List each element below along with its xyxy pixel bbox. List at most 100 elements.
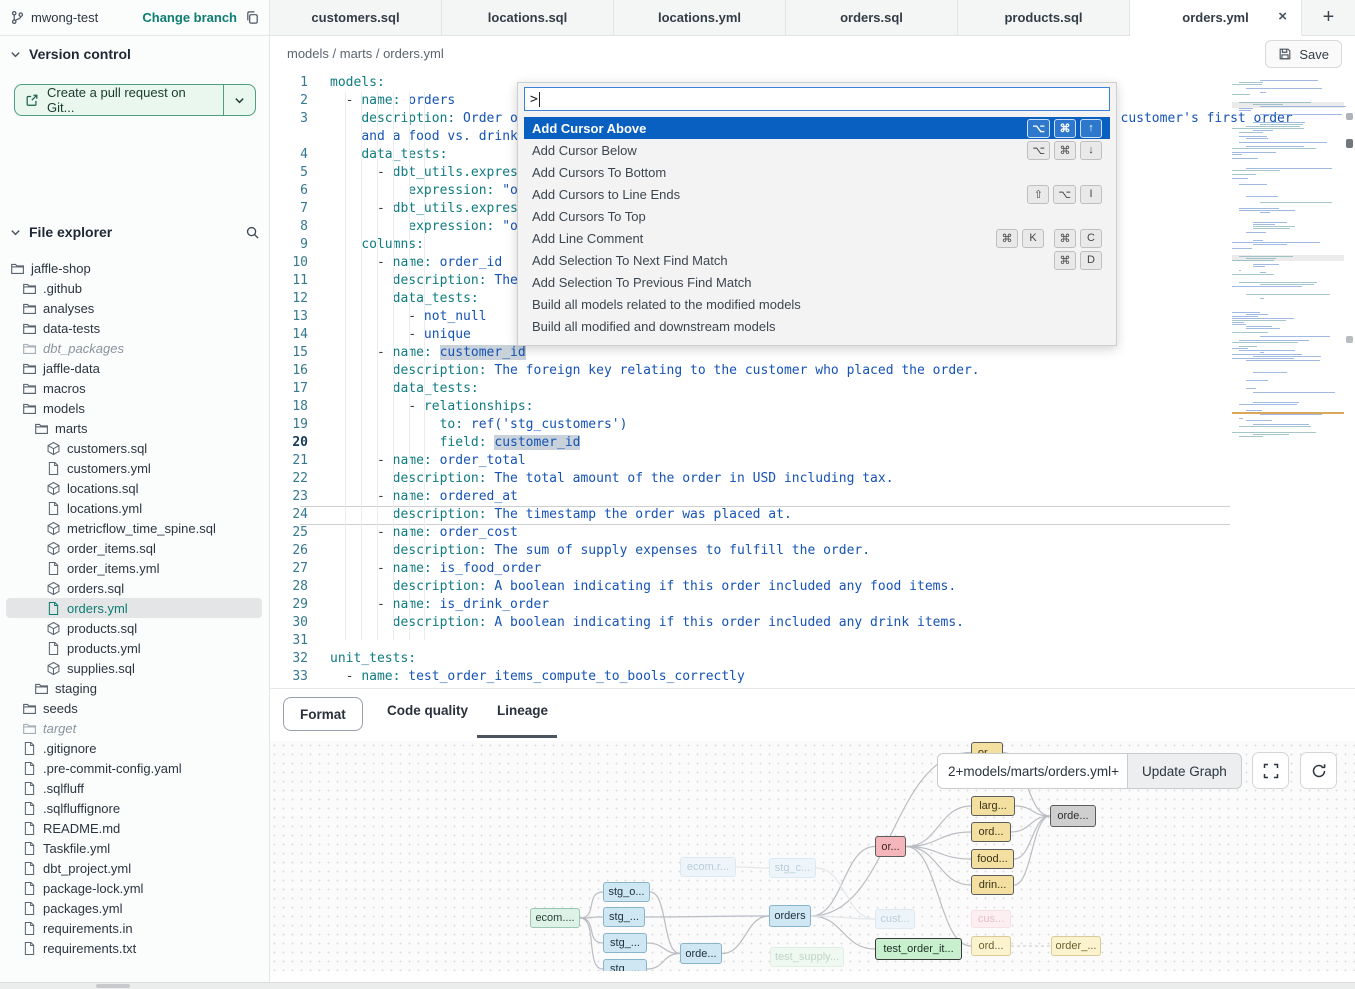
editor-tab-bar: customers.sqllocations.sqllocations.ymlo… [270, 0, 1355, 36]
editor-tab-locations-sql[interactable]: locations.sql [442, 0, 614, 36]
file-tree-item-taskfile-yml[interactable]: Taskfile.yml [6, 838, 262, 858]
lineage-node-larg[interactable]: larg... [971, 796, 1015, 816]
command-palette-input[interactable]: > [524, 87, 1110, 111]
file-tree-item--pre-commit-config-yaml[interactable]: .pre-commit-config.yaml [6, 758, 262, 778]
editor-tab-customers-sql[interactable]: customers.sql [270, 0, 442, 36]
command-item[interactable]: Build all modified and downstream models [524, 315, 1110, 337]
file-tree-item-locations-sql[interactable]: locations.sql [6, 478, 262, 498]
file-tree-item-analyses[interactable]: analyses [6, 298, 262, 318]
command-item[interactable]: Add Selection To Previous Find Match [524, 271, 1110, 293]
create-pull-request-button[interactable]: Create a pull request on Git... [14, 84, 256, 116]
cube-icon [46, 581, 61, 596]
file-tree-item-locations-yml[interactable]: locations.yml [6, 498, 262, 518]
lineage-node-ord2[interactable]: ord... [971, 936, 1011, 956]
lineage-node-test_supply[interactable]: test_supply... [770, 947, 844, 967]
editor-tab-products-sql[interactable]: products.sql [958, 0, 1130, 36]
lineage-node-order_[interactable]: order_... [1051, 936, 1101, 956]
change-branch-link[interactable]: Change branch [142, 10, 237, 25]
editor-tab-locations-yml[interactable]: locations.yml [614, 0, 786, 36]
version-control-header[interactable]: Version control [10, 46, 131, 62]
lineage-node-stg0[interactable]: stg_o... [603, 882, 650, 902]
file-tree-item-marts[interactable]: marts [6, 418, 262, 438]
file-tree-item-jaffle-shop[interactable]: jaffle-shop [6, 258, 262, 278]
file-tree-item-packages-yml[interactable]: packages.yml [6, 898, 262, 918]
file-tree-item-customers-yml[interactable]: customers.yml [6, 458, 262, 478]
command-item[interactable]: Add Cursor Above⌥⌘↑ [524, 117, 1110, 139]
lineage-node-drin[interactable]: drin... [971, 875, 1014, 895]
lineage-node-ord1[interactable]: ord... [971, 822, 1011, 842]
file-tree-item-readme-md[interactable]: README.md [6, 818, 262, 838]
file-tree-item-dbt-project-yml[interactable]: dbt_project.yml [6, 858, 262, 878]
file-tree-item-products-yml[interactable]: products.yml [6, 638, 262, 658]
file-tree-item-jaffle-data[interactable]: jaffle-data [6, 358, 262, 378]
lineage-node-orde_l[interactable]: orde... [680, 943, 722, 964]
lineage-graph[interactable]: ecom....stg_o...stg_...stg_...stg_...ord… [270, 741, 1355, 971]
lineage-node-stg_c[interactable]: stg_c... [769, 858, 816, 878]
lineage-node-test_order[interactable]: test_order_it... [875, 938, 962, 960]
lineage-node-stg3[interactable]: stg_... [603, 959, 647, 971]
file-tree-item-metricflow-time-spine-sql[interactable]: metricflow_time_spine.sql [6, 518, 262, 538]
file-explorer-header[interactable]: File explorer [10, 224, 260, 240]
file-tree-item--gitignore[interactable]: .gitignore [6, 738, 262, 758]
refresh-button[interactable] [1300, 752, 1337, 789]
command-item[interactable]: Build all models related to the modified… [524, 293, 1110, 315]
file-tree-item--sqlfluffignore[interactable]: .sqlfluffignore [6, 798, 262, 818]
editor-tab-orders-sql[interactable]: orders.sql [786, 0, 958, 36]
lineage-node-orde_g[interactable]: orde... [1050, 805, 1096, 827]
file-tree-item--sqlfluff[interactable]: .sqlfluff [6, 778, 262, 798]
format-button[interactable]: Format [283, 697, 363, 731]
file-tree-item-order-items-sql[interactable]: order_items.sql [6, 538, 262, 558]
file-tree-item-supplies-sql[interactable]: supplies.sql [6, 658, 262, 678]
search-icon[interactable] [245, 225, 260, 240]
copy-icon[interactable] [245, 10, 260, 25]
update-graph-button[interactable]: Update Graph [1128, 753, 1242, 789]
file-tree-item-order-items-yml[interactable]: order_items.yml [6, 558, 262, 578]
tab-code-quality[interactable]: Code quality [387, 703, 468, 718]
lineage-node-stg1[interactable]: stg_... [603, 907, 645, 927]
code-editor[interactable]: 1models:2 - name: orders3 description: O… [270, 72, 1355, 688]
save-button[interactable]: Save [1265, 40, 1342, 68]
pr-button-dropdown[interactable] [223, 85, 255, 115]
chevron-down-icon [10, 49, 21, 60]
command-item[interactable]: Add Cursors To Top [524, 205, 1110, 227]
lineage-node-stg2[interactable]: stg_... [603, 933, 647, 953]
branch-name: mwong-test [31, 10, 98, 25]
file-tree-item-package-lock-yml[interactable]: package-lock.yml [6, 878, 262, 898]
command-item[interactable]: Add Cursor Below⌥⌘↓ [524, 139, 1110, 161]
horizontal-scrollbar-thumb[interactable] [96, 984, 130, 988]
file-tree-item-staging[interactable]: staging [6, 678, 262, 698]
file-tree-item-requirements-txt[interactable]: requirements.txt [6, 938, 262, 958]
command-item[interactable]: Add Selection To Next Find Match⌘D [524, 249, 1110, 271]
breadcrumb: models / marts / orders.yml [287, 46, 444, 61]
file-tree-item-orders-yml[interactable]: orders.yml [6, 598, 262, 618]
lineage-node-cus_p[interactable]: cus... [971, 910, 1011, 928]
file-tree-item--github[interactable]: .github [6, 278, 262, 298]
lineage-node-ecom_r[interactable]: ecom.r... [680, 857, 736, 877]
file-tree-item-customers-sql[interactable]: customers.sql [6, 438, 262, 458]
file-tree-item-orders-sql[interactable]: orders.sql [6, 578, 262, 598]
new-tab-button[interactable]: + [1323, 6, 1335, 29]
editor-tab-orders-yml[interactable]: orders.yml× [1130, 0, 1302, 36]
command-item[interactable]: Add Cursors To Bottom [524, 161, 1110, 183]
close-tab-icon[interactable]: × [1278, 8, 1287, 25]
command-item[interactable]: Add Line Comment⌘K⌘C [524, 227, 1110, 249]
file-tree-item-models[interactable]: models [6, 398, 262, 418]
file-tree-item-products-sql[interactable]: products.sql [6, 618, 262, 638]
file-tree-item-macros[interactable]: macros [6, 378, 262, 398]
lineage-selector-input[interactable]: 2+models/marts/orders.yml+ [937, 753, 1128, 789]
lineage-node-food[interactable]: food... [971, 849, 1014, 869]
file-tree-item-data-tests[interactable]: data-tests [6, 318, 262, 338]
file-tree-item-requirements-in[interactable]: requirements.in [6, 918, 262, 938]
fullscreen-button[interactable] [1252, 752, 1289, 789]
tab-lineage[interactable]: Lineage [497, 703, 548, 718]
file-tree-item-dbt-packages[interactable]: dbt_packages [6, 338, 262, 358]
file-tree-item-target[interactable]: target [6, 718, 262, 738]
lineage-node-cust[interactable]: cust... [875, 909, 915, 929]
doc-icon [22, 801, 37, 816]
command-item[interactable]: Add Cursors to Line Ends⇧⌥I [524, 183, 1110, 205]
lineage-node-orders[interactable]: orders [769, 905, 811, 927]
file-tree-item-seeds[interactable]: seeds [6, 698, 262, 718]
lineage-node-ecom[interactable]: ecom.... [530, 908, 580, 928]
minimap[interactable] [1232, 74, 1344, 452]
lineage-node-or_red[interactable]: or... [875, 836, 906, 857]
